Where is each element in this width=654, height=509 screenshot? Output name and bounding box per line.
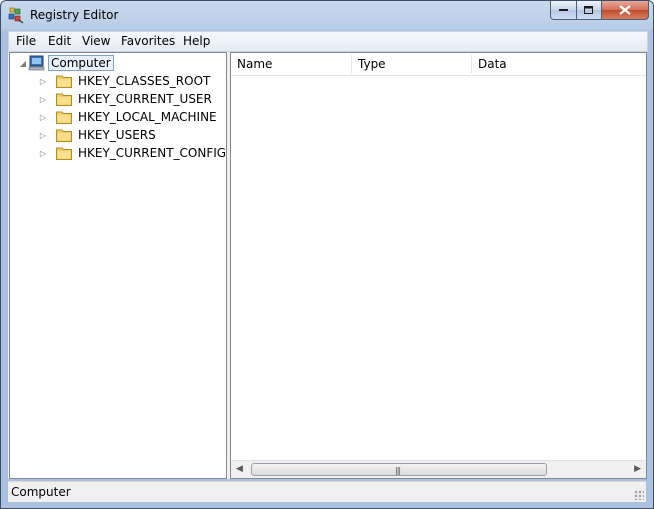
tree-item-label: HKEY_LOCAL_MACHINE	[78, 110, 217, 124]
tree-item-label: HKEY_CURRENT_USER	[78, 92, 212, 106]
folder-icon	[56, 75, 72, 88]
status-text: Computer	[11, 485, 71, 499]
menu-help[interactable]: Help	[183, 34, 210, 48]
horizontal-scrollbar[interactable]: ◀ ||| ▶	[231, 460, 646, 478]
tree-item-hkey-local-machine[interactable]: ▷ HKEY_LOCAL_MACHINE	[38, 108, 217, 126]
tree-item-hkey-users[interactable]: ▷ HKEY_USERS	[38, 126, 156, 144]
client-area: ◢ Computer ▷ HKEY_CLASSES_ROOT ▷ HKEY_CU…	[8, 52, 647, 479]
scroll-right-arrow-icon[interactable]: ▶	[634, 464, 641, 474]
registry-editor-window: Registry Editor File Edit View Favorites…	[0, 0, 654, 509]
folder-icon	[56, 129, 72, 142]
minimize-icon	[558, 9, 568, 11]
registry-app-icon	[8, 7, 24, 24]
scroll-left-arrow-icon[interactable]: ◀	[236, 464, 243, 474]
resize-grip-icon[interactable]	[634, 490, 644, 500]
caption-buttons	[550, 1, 649, 20]
tree-root-computer[interactable]: ◢ Computer	[18, 54, 114, 72]
column-header-type[interactable]: Type	[352, 53, 471, 76]
tree-item-label: HKEY_CURRENT_CONFIG	[78, 146, 227, 160]
status-bar: Computer	[8, 481, 646, 502]
collapse-arrow-icon[interactable]: ◢	[18, 58, 28, 68]
menu-file[interactable]: File	[16, 34, 36, 48]
minimize-button[interactable]	[550, 1, 577, 20]
expand-arrow-icon[interactable]: ▷	[38, 148, 48, 158]
scrollbar-thumb[interactable]: |||	[251, 463, 547, 476]
values-list-pane[interactable]: Name Type Data ◀ ||| ▶	[230, 52, 647, 479]
expand-arrow-icon[interactable]: ▷	[38, 130, 48, 140]
column-header-label: Data	[478, 57, 507, 71]
column-header-data[interactable]: Data	[472, 53, 646, 76]
expand-arrow-icon[interactable]: ▷	[38, 94, 48, 104]
menu-edit[interactable]: Edit	[48, 34, 71, 48]
maximize-button[interactable]	[577, 1, 602, 20]
tree-item-label: HKEY_CLASSES_ROOT	[78, 74, 211, 88]
column-header-name[interactable]: Name	[231, 53, 357, 76]
expand-arrow-icon[interactable]: ▷	[38, 76, 48, 86]
menu-bar: File Edit View Favorites Help	[8, 31, 648, 52]
menu-favorites[interactable]: Favorites	[121, 34, 175, 48]
folder-icon	[56, 147, 72, 160]
menu-view[interactable]: View	[82, 34, 110, 48]
tree-root-label: Computer	[48, 55, 114, 71]
close-icon	[619, 5, 631, 15]
close-button[interactable]	[602, 1, 649, 20]
folder-icon	[56, 111, 72, 124]
tree-item-hkey-classes-root[interactable]: ▷ HKEY_CLASSES_ROOT	[38, 72, 210, 90]
title-bar[interactable]: Registry Editor	[1, 1, 653, 30]
window-title: Registry Editor	[30, 8, 119, 22]
tree-item-hkey-current-config[interactable]: ▷ HKEY_CURRENT_CONFIG	[38, 144, 226, 162]
column-header-label: Type	[358, 57, 386, 71]
maximize-icon	[584, 5, 593, 14]
computer-icon	[28, 55, 45, 71]
tree-item-label: HKEY_USERS	[78, 128, 156, 142]
folder-icon	[56, 93, 72, 106]
tree-item-hkey-current-user[interactable]: ▷ HKEY_CURRENT_USER	[38, 90, 212, 108]
key-tree-pane[interactable]: ◢ Computer ▷ HKEY_CLASSES_ROOT ▷ HKEY_CU…	[9, 52, 227, 479]
expand-arrow-icon[interactable]: ▷	[38, 112, 48, 122]
grip-icon: |||	[395, 466, 401, 475]
column-header-label: Name	[237, 57, 273, 71]
